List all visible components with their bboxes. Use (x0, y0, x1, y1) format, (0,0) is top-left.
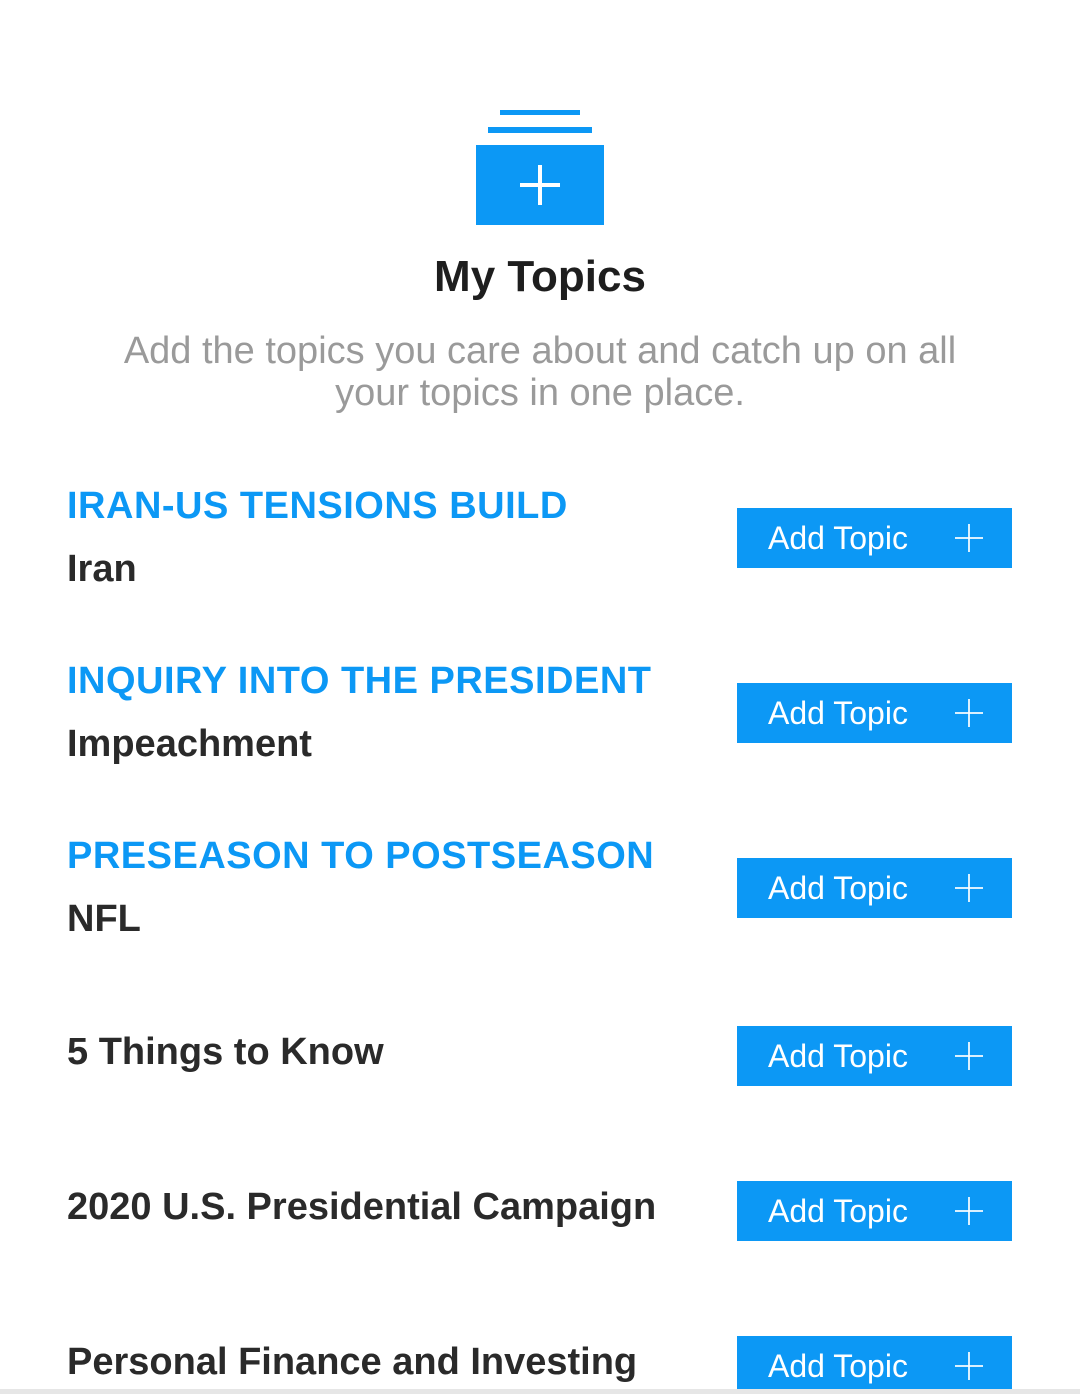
plus-icon (955, 1197, 983, 1225)
topic-kicker: IRAN-US TENSIONS BUILD (67, 485, 568, 527)
add-topic-button-label: Add Topic (768, 1193, 908, 1229)
bottom-divider (0, 1389, 1080, 1394)
plus-icon (955, 1042, 983, 1070)
my-topics-screen: My Topics Add the topics you care about … (0, 0, 1080, 1394)
topic-name: 2020 U.S. Presidential Campaign (67, 1186, 657, 1228)
topic-kicker: INQUIRY INTO THE PRESIDENT (67, 660, 652, 702)
topic-name: Impeachment (67, 723, 312, 765)
topic-name: Personal Finance and Investing (67, 1341, 638, 1383)
plus-icon (955, 1352, 983, 1380)
add-topic-button[interactable]: Add Topic (737, 858, 1012, 918)
add-topic-button[interactable]: Add Topic (737, 1181, 1012, 1241)
add-topic-button-label: Add Topic (768, 1348, 908, 1384)
add-topic-button[interactable]: Add Topic (737, 1026, 1012, 1086)
add-topic-stack-icon (476, 110, 604, 226)
add-topic-button-label: Add Topic (768, 870, 908, 906)
add-topic-button-label: Add Topic (768, 520, 908, 556)
topic-name: 5 Things to Know (67, 1031, 384, 1073)
add-topic-button[interactable]: Add Topic (737, 508, 1012, 568)
topic-name: NFL (67, 898, 141, 940)
topic-kicker: PRESEASON TO POSTSEASON (67, 835, 655, 877)
plus-icon (955, 699, 983, 727)
add-topic-button-label: Add Topic (768, 1038, 908, 1074)
add-topic-button[interactable]: Add Topic (737, 683, 1012, 743)
add-topic-button-label: Add Topic (768, 695, 908, 731)
topic-name: Iran (67, 548, 137, 590)
plus-icon (955, 874, 983, 902)
add-topic-button[interactable]: Add Topic (737, 1336, 1012, 1394)
page-subtitle: Add the topics you care about and catch … (123, 330, 957, 414)
plus-icon (955, 524, 983, 552)
page-title: My Topics (434, 252, 646, 301)
